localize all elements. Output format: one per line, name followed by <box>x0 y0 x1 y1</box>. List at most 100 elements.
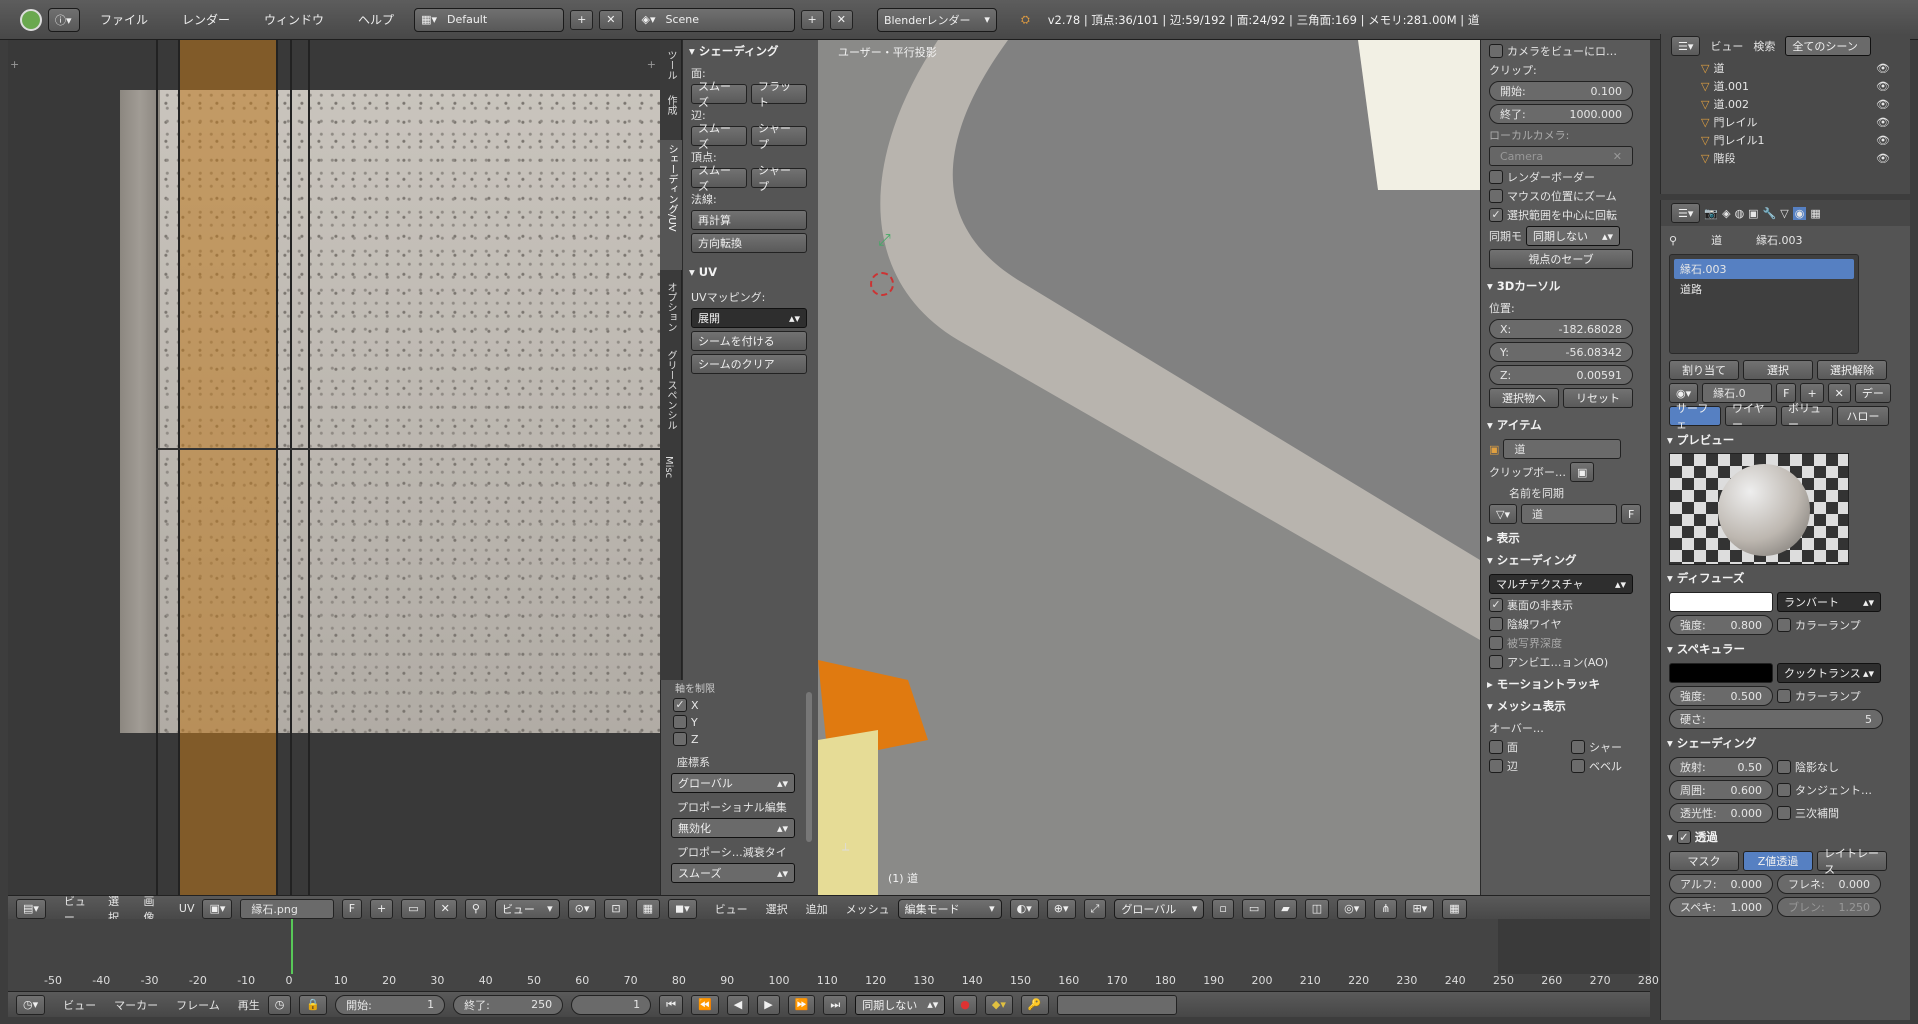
vertex-select-icon[interactable]: ▫ <box>1212 898 1234 919</box>
outliner-item[interactable]: ▽ 門レイル 👁 <box>1701 114 1910 130</box>
mesh-display-panel-header[interactable]: ▾ メッシュ表示 <box>1481 695 1650 717</box>
timeline-menu-marker[interactable]: マーカー <box>114 997 158 1013</box>
scene-tab-icon[interactable]: ◈ <box>1722 207 1730 220</box>
tab-wire[interactable]: ワイヤー <box>1725 402 1777 431</box>
image-browse-button[interactable]: ▣▾ <box>202 898 233 919</box>
face-select-icon[interactable]: ▰ <box>1274 898 1297 919</box>
outliner-item[interactable]: ▽ 道.001 👁 <box>1701 78 1910 94</box>
hidden-wire-checkbox[interactable] <box>1489 617 1503 631</box>
add-layout-button[interactable]: + <box>570 9 594 30</box>
uv-editor-type-button[interactable]: ▤▾ <box>16 898 46 919</box>
flat-face-button[interactable]: フラット <box>751 80 807 109</box>
edge-select-icon[interactable]: ▭ <box>1241 898 1267 919</box>
timeline-menu-view[interactable]: ビュー <box>63 997 96 1013</box>
play-reverse-icon[interactable]: ◀ <box>726 994 750 1015</box>
overlay-crease-checkbox[interactable] <box>1571 740 1585 754</box>
clip-start-field[interactable]: 開始: 0.100 <box>1489 81 1633 101</box>
save-view-button[interactable]: 視点のセーブ <box>1489 249 1633 269</box>
manipulator-icon[interactable]: ⤢ <box>1083 898 1107 919</box>
visibility-eye-icon[interactable]: 👁 <box>1876 80 1890 93</box>
pivot-icon[interactable]: ⊙▾ <box>567 898 597 919</box>
mesh-data-icon[interactable]: ▽▾ <box>1489 504 1517 524</box>
uv-toolbar-left-icon[interactable]: + <box>10 58 19 71</box>
opengl-render-icon[interactable]: ▦ <box>1442 898 1467 919</box>
tab-misc[interactable]: Misc <box>663 456 674 478</box>
modifiers-tab-icon[interactable]: 🔧 <box>1763 207 1777 220</box>
specular-intensity-field[interactable]: 強度: 0.500 <box>1669 686 1773 706</box>
uv-selected-island[interactable] <box>178 40 278 895</box>
keyframe-icon[interactable]: ◆▾ <box>984 994 1013 1015</box>
layout-selector[interactable]: ▦▾ Default <box>414 7 565 32</box>
properties-editor-type-button[interactable]: ☰▾ <box>1671 203 1701 223</box>
snap-element-icon[interactable]: ⊞▾ <box>1405 898 1435 919</box>
specular-ramp-checkbox[interactable] <box>1777 689 1791 703</box>
sharp-vertex-button[interactable]: シャープ <box>751 164 807 193</box>
cursor-y-field[interactable]: Y: -56.08342 <box>1489 342 1633 362</box>
outliner-item[interactable]: ▽ 門レイル1 👁 <box>1701 132 1910 148</box>
render-border-checkbox[interactable] <box>1489 170 1503 184</box>
alpha-field[interactable]: アルフ: 0.000 <box>1669 874 1773 894</box>
transparency-checkbox[interactable]: ✓ <box>1676 830 1691 844</box>
axis-z-checkbox[interactable] <box>673 732 687 746</box>
pin-properties-icon[interactable]: ⚲ <box>1669 234 1677 247</box>
jump-keyframe-back-icon[interactable]: ⏪ <box>691 994 719 1015</box>
image-fake-user-button[interactable]: F <box>341 898 363 919</box>
operator-panel-scrollbar[interactable] <box>806 692 812 842</box>
cursor-to-selected-button[interactable]: 選択物へ <box>1489 388 1559 408</box>
dof-checkbox[interactable] <box>1489 636 1503 650</box>
object-name-field[interactable]: 道 <box>1503 439 1622 459</box>
material-shading-panel-header[interactable]: ▾ シェーディング <box>1661 732 1910 754</box>
uv-toolbar-right-icon[interactable]: + <box>647 58 656 71</box>
pin-icon[interactable]: ⚲ <box>464 898 487 919</box>
viewport-menu-add[interactable]: 追加 <box>806 901 828 917</box>
blend-field[interactable]: ブレン: 1.250 <box>1777 897 1881 917</box>
grid-icon[interactable]: ▦ <box>635 898 660 919</box>
mode-selector[interactable]: 編集モード ▾ <box>897 898 1002 919</box>
snap-icon[interactable]: ⊡ <box>604 898 628 919</box>
display-panel-header[interactable]: ▸ 表示 <box>1481 527 1650 549</box>
viewport-editor-type-button[interactable]: ◼▾ <box>668 898 697 919</box>
translucency-field[interactable]: 透光性: 0.000 <box>1669 803 1773 823</box>
axis-y-checkbox[interactable] <box>673 715 687 729</box>
backface-culling-checkbox[interactable]: ✓ <box>1489 598 1503 612</box>
outliner-menu-view[interactable]: ビュー <box>1710 38 1743 54</box>
axis-x-checkbox[interactable]: ✓ <box>673 698 687 712</box>
image-open-button[interactable]: ▭ <box>401 898 426 919</box>
material-link-dropdown[interactable]: デー <box>1854 383 1891 403</box>
keying-set-field[interactable] <box>1056 994 1177 1015</box>
current-frame-line[interactable] <box>291 919 293 974</box>
image-view-mode-dropdown[interactable]: ビュー ▾ <box>494 898 560 919</box>
3d-cursor-panel-header[interactable]: ▾ 3Dカーソル <box>1481 275 1650 297</box>
specular-panel-header[interactable]: ▾ スペキュラー <box>1661 638 1910 660</box>
render-tab-icon[interactable]: 📷 <box>1704 207 1718 220</box>
jump-keyframe-forward-icon[interactable]: ⏩ <box>787 994 816 1015</box>
material-unlink-button[interactable]: ✕ <box>1827 383 1851 403</box>
tab-options[interactable]: オプション <box>663 282 678 332</box>
viewport-menu-mesh[interactable]: メッシュ <box>846 901 890 917</box>
mark-seam-button[interactable]: シームを付ける <box>691 331 807 351</box>
diffuse-panel-header[interactable]: ▾ ディフューズ <box>1661 567 1910 589</box>
outliner-item[interactable]: ▽ 道 👁 <box>1701 60 1910 76</box>
proportional-edit-dropdown[interactable]: 無効化 ▴▾ <box>671 818 795 838</box>
rotate-selection-checkbox[interactable]: ✓ <box>1489 208 1503 222</box>
outliner-display-dropdown[interactable]: 全てのシーン <box>1785 36 1872 56</box>
proportional-icon[interactable]: ◎▾ <box>1337 898 1367 919</box>
tangent-shading-checkbox[interactable] <box>1777 783 1791 797</box>
outliner-menu-search[interactable]: 検索 <box>1753 38 1775 54</box>
lock-icon[interactable]: 🔒 <box>299 994 328 1015</box>
smooth-vertex-button[interactable]: スムーズ <box>691 164 747 193</box>
timeline-editor-type-button[interactable]: ◷▾ <box>16 994 46 1015</box>
material-tab-icon[interactable]: ◉ <box>1792 206 1807 220</box>
motion-tracking-panel-header[interactable]: ▸ モーショントラッキ <box>1481 673 1650 695</box>
cursor-reset-button[interactable]: リセット <box>1563 388 1633 408</box>
info-editor-type-button[interactable]: ⓘ▾ <box>48 7 80 32</box>
remove-scene-button[interactable]: ✕ <box>829 9 853 30</box>
cubic-interpolation-checkbox[interactable] <box>1777 806 1791 820</box>
data-tab-icon[interactable]: ▽ <box>1780 207 1788 220</box>
start-frame-field[interactable]: 開始: 1 <box>335 994 446 1015</box>
menu-file[interactable]: ファイル <box>100 11 148 28</box>
clip-border-icon[interactable]: ▣ <box>1570 462 1595 482</box>
specular-alpha-field[interactable]: スペキ: 1.000 <box>1669 897 1773 917</box>
transform-gizmo-icon[interactable]: ⤢ <box>878 230 891 250</box>
uv-panel-header[interactable]: ▾ UV <box>683 261 818 283</box>
